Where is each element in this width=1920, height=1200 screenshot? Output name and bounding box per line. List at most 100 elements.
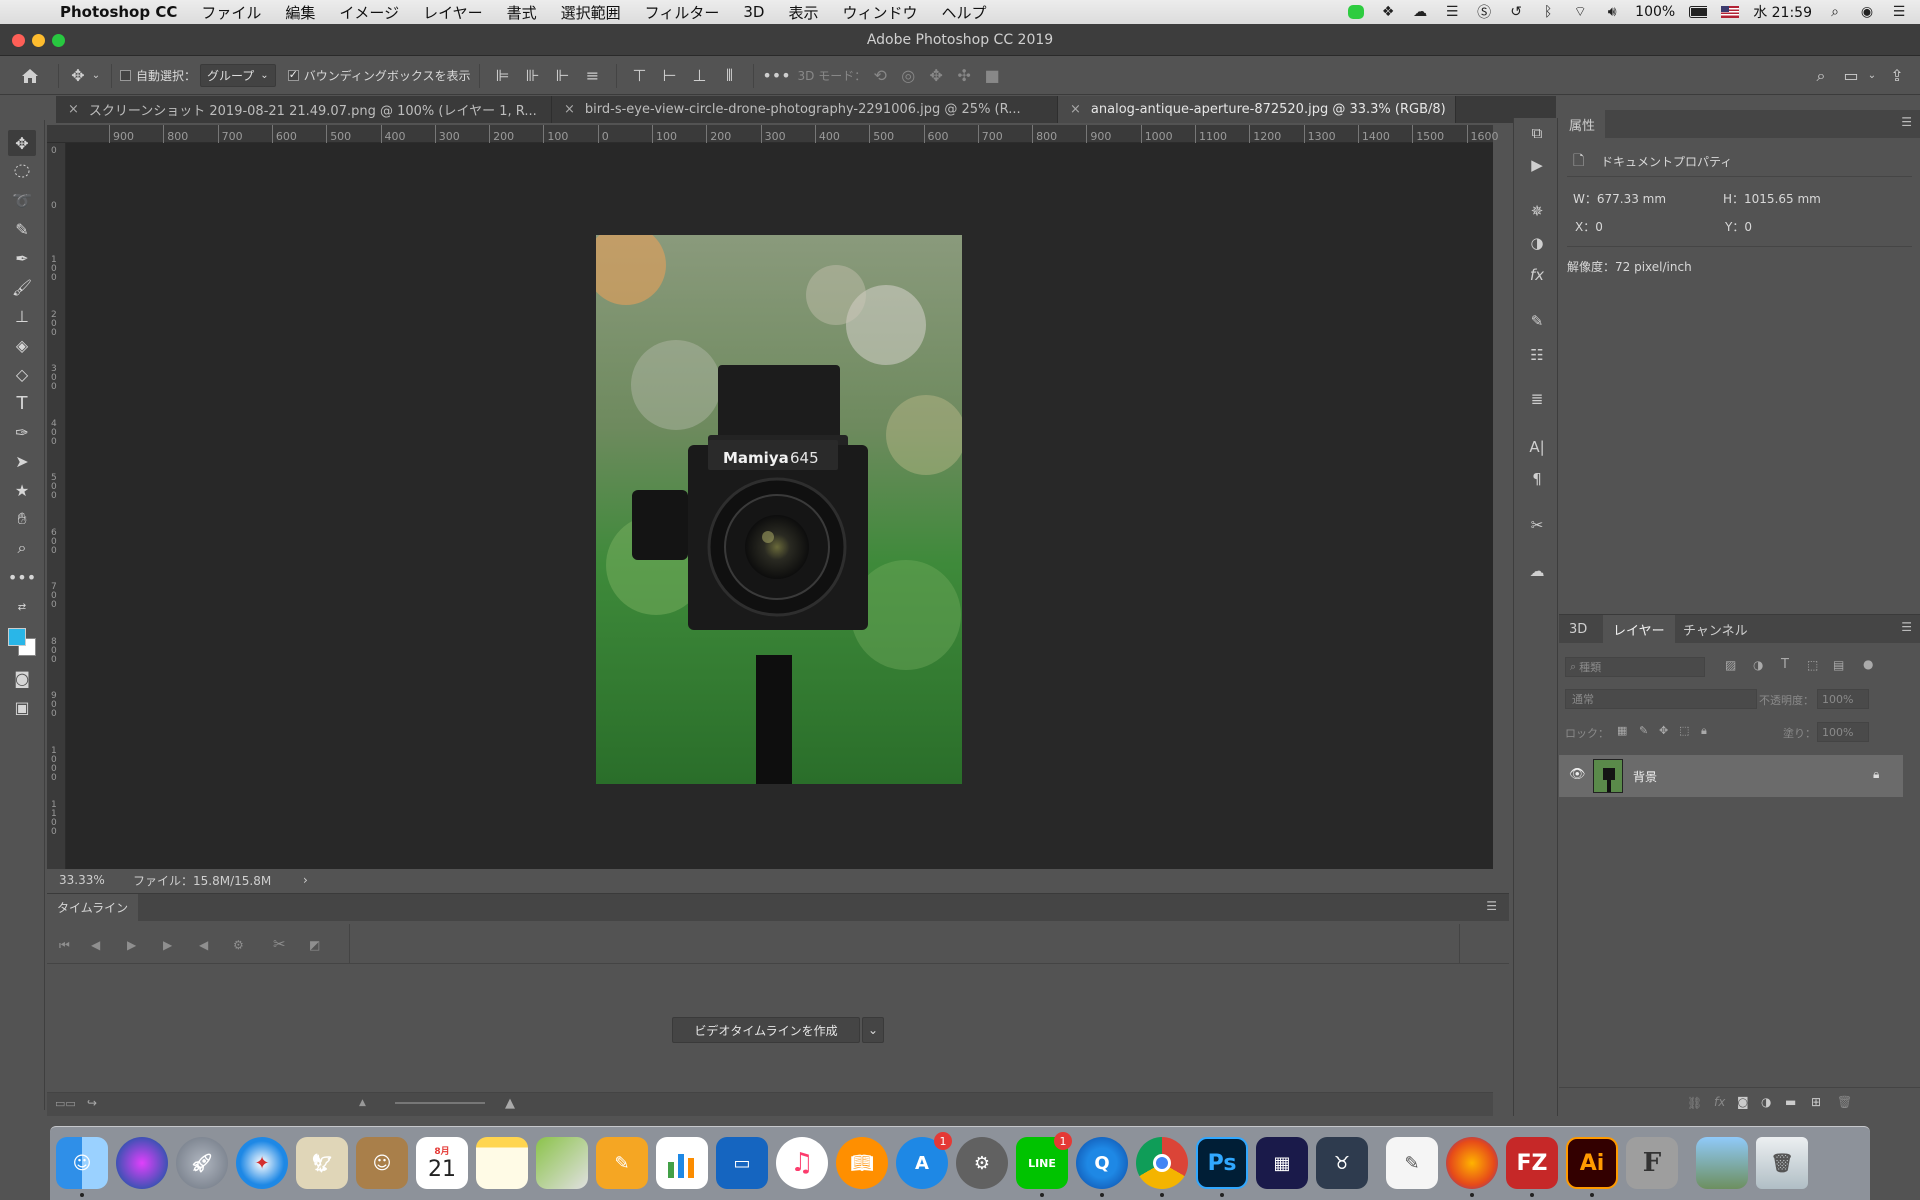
show-bounding-box-checkbox[interactable] (287, 68, 299, 81)
link-layers-icon[interactable]: ⛓ (1687, 1096, 1702, 1110)
width-value[interactable]: W：677.33 mm (1573, 190, 1666, 207)
create-video-timeline-button[interactable]: ビデオタイムラインを作成 (672, 1017, 860, 1043)
styles-fx-icon[interactable]: fx (1525, 264, 1549, 286)
play-icon[interactable]: ▶ (127, 938, 136, 952)
transition-icon[interactable]: ◩ (309, 938, 320, 952)
move-tool-preset-icon[interactable]: ✥ (67, 66, 89, 85)
opacity-input[interactable]: 100% (1817, 689, 1869, 709)
color-icon[interactable]: ◑ (1525, 232, 1549, 254)
filter-smart-object-icon[interactable]: ▤ (1833, 658, 1844, 672)
us-flag-icon[interactable] (1721, 4, 1740, 20)
textedit-icon[interactable]: ✎ (1386, 1137, 1438, 1189)
menu-view[interactable]: 表示 (788, 2, 818, 23)
character-icon[interactable]: A| (1525, 436, 1549, 458)
eye-icon[interactable]: 👁︎ (1569, 767, 1586, 782)
system-preferences-icon[interactable]: ⚙ (956, 1137, 1008, 1189)
zoom-out-timeline-icon[interactable]: ▲ (359, 1098, 366, 1108)
lock-artboard-icon[interactable]: ⬚ (1679, 724, 1689, 737)
foreground-color-swatch[interactable] (8, 628, 26, 646)
y-value[interactable]: Y：0 (1725, 218, 1752, 235)
brush-settings-icon[interactable]: ☷ (1525, 344, 1549, 366)
filter-toggle-icon[interactable]: ● (1863, 657, 1873, 671)
document-tab[interactable]: × スクリーンショット 2019-08-21 21.49.07.png @ 10… (56, 96, 552, 123)
filter-type-icon[interactable]: T (1781, 657, 1789, 672)
convert-icon[interactable]: ↪ (87, 1096, 97, 1110)
path-selection-tool-icon[interactable]: ➤ (8, 448, 36, 474)
more-tools-icon[interactable]: ••• (8, 564, 36, 590)
align-bottom-icon[interactable]: ⊥ (685, 66, 715, 85)
add-mask-icon[interactable]: ◙ (1737, 1095, 1749, 1109)
tab-layers[interactable]: レイヤー (1603, 615, 1675, 643)
settings-icon[interactable]: ⚙ (233, 938, 244, 952)
align-middle-icon[interactable]: ⊢ (655, 66, 685, 85)
menu-edit[interactable]: 編集 (285, 2, 315, 23)
lock-position-icon[interactable]: ✥ (1659, 724, 1668, 737)
media-encoder-icon[interactable]: ▦ (1256, 1137, 1308, 1189)
new-group-icon[interactable]: ▬ (1785, 1095, 1796, 1109)
numbers-icon[interactable] (656, 1137, 708, 1189)
hand-tool-icon[interactable]: ✋︎ (8, 506, 36, 532)
status-expand-icon[interactable]: › (303, 873, 308, 887)
illustrator-icon[interactable]: Ai (1566, 1137, 1618, 1189)
align-center-h-icon[interactable]: ⊪ (518, 66, 548, 85)
close-window-button[interactable] (12, 34, 25, 47)
menu-app-name[interactable]: Photoshop CC (60, 3, 177, 21)
zoom-tool-icon[interactable]: ⌕ (8, 535, 36, 561)
screen-mode-icon[interactable]: ▣ (8, 694, 36, 720)
pen-tool-icon[interactable]: ✑ (8, 419, 36, 445)
menu-window[interactable]: ウィンドウ (842, 2, 917, 23)
x-value[interactable]: X：0 (1575, 218, 1603, 235)
filezilla-icon[interactable]: FZ (1506, 1137, 1558, 1189)
marquee-tool-icon[interactable] (8, 158, 36, 184)
fill-input[interactable]: 100% (1817, 722, 1869, 742)
lock-all-icon[interactable]: 🔒︎ (1701, 724, 1707, 738)
font-app-icon[interactable]: F (1626, 1137, 1678, 1189)
brush-tool-icon[interactable]: 🖌︎ (8, 274, 36, 300)
home-icon[interactable] (10, 68, 50, 84)
menu-select[interactable]: 選択範囲 (561, 2, 621, 23)
pages-icon[interactable]: ✎ (596, 1137, 648, 1189)
zoom-level[interactable]: 33.33% (59, 873, 133, 887)
adjustments-icon[interactable]: ✵ (1525, 200, 1549, 222)
paint-bucket-tool-icon[interactable]: ◇ (8, 361, 36, 387)
time-machine-icon[interactable]: ↺ (1507, 4, 1525, 20)
keynote-icon[interactable]: ▭ (716, 1137, 768, 1189)
frame-animation-icon[interactable]: ▭▭ (55, 1097, 76, 1110)
battery-icon[interactable] (1689, 4, 1708, 20)
libraries-icon[interactable]: ☁ (1525, 560, 1549, 582)
quicktime-icon[interactable]: Q (1076, 1137, 1128, 1189)
share-icon[interactable]: ⇪ (1880, 66, 1914, 85)
layer-row[interactable]: 👁︎ 背景 🔒︎ (1559, 755, 1903, 797)
actions-play-icon[interactable]: ▶ (1525, 154, 1549, 176)
menu-help[interactable]: ヘルプ (942, 2, 987, 23)
first-frame-icon[interactable]: ⏮ (59, 938, 70, 953)
document-tab[interactable]: × bird-s-eye-view-circle-drone-photograp… (552, 96, 1058, 123)
timeline-type-dropdown[interactable]: ⌄ (862, 1017, 884, 1043)
type-tool-icon[interactable]: T (8, 390, 36, 416)
menu-filter[interactable]: フィルター (645, 2, 720, 23)
line-status-icon[interactable] (1347, 4, 1365, 20)
close-tab-icon[interactable]: × (1070, 102, 1081, 117)
menu-type[interactable]: 書式 (507, 2, 537, 23)
safari-icon[interactable]: ✦ (236, 1137, 288, 1189)
canvas-area[interactable]: Mamiya 645 (66, 143, 1493, 869)
notes-icon[interactable] (476, 1137, 528, 1189)
new-layer-icon[interactable]: ⊞ (1811, 1095, 1821, 1109)
line-icon[interactable]: LINE 1 (1016, 1132, 1072, 1189)
lasso-tool-icon[interactable]: ➰ (8, 187, 36, 213)
tab-properties[interactable]: 属性 (1559, 110, 1606, 138)
filter-adjustment-icon[interactable]: ◑ (1753, 658, 1763, 672)
bull-app-icon[interactable]: ♉ (1316, 1137, 1368, 1189)
music-icon[interactable]: ♫ (776, 1137, 828, 1189)
siri-icon[interactable] (116, 1137, 168, 1189)
lock-transparent-icon[interactable]: ▦ (1617, 724, 1627, 737)
menu-file[interactable]: ファイル (201, 2, 261, 23)
drive-icon[interactable]: ☰ (1443, 4, 1461, 20)
shape-tool-icon[interactable]: ★ (8, 477, 36, 503)
volume-icon[interactable]: 🔊︎ (1603, 4, 1621, 20)
menu-3d[interactable]: 3D (743, 3, 764, 21)
spotlight-icon[interactable]: ⌕ (1826, 4, 1844, 20)
auto-select-checkbox[interactable] (120, 70, 131, 81)
align-top-icon[interactable]: ⊤ (625, 66, 655, 85)
panel-menu-icon[interactable]: ☰ (1901, 115, 1912, 129)
